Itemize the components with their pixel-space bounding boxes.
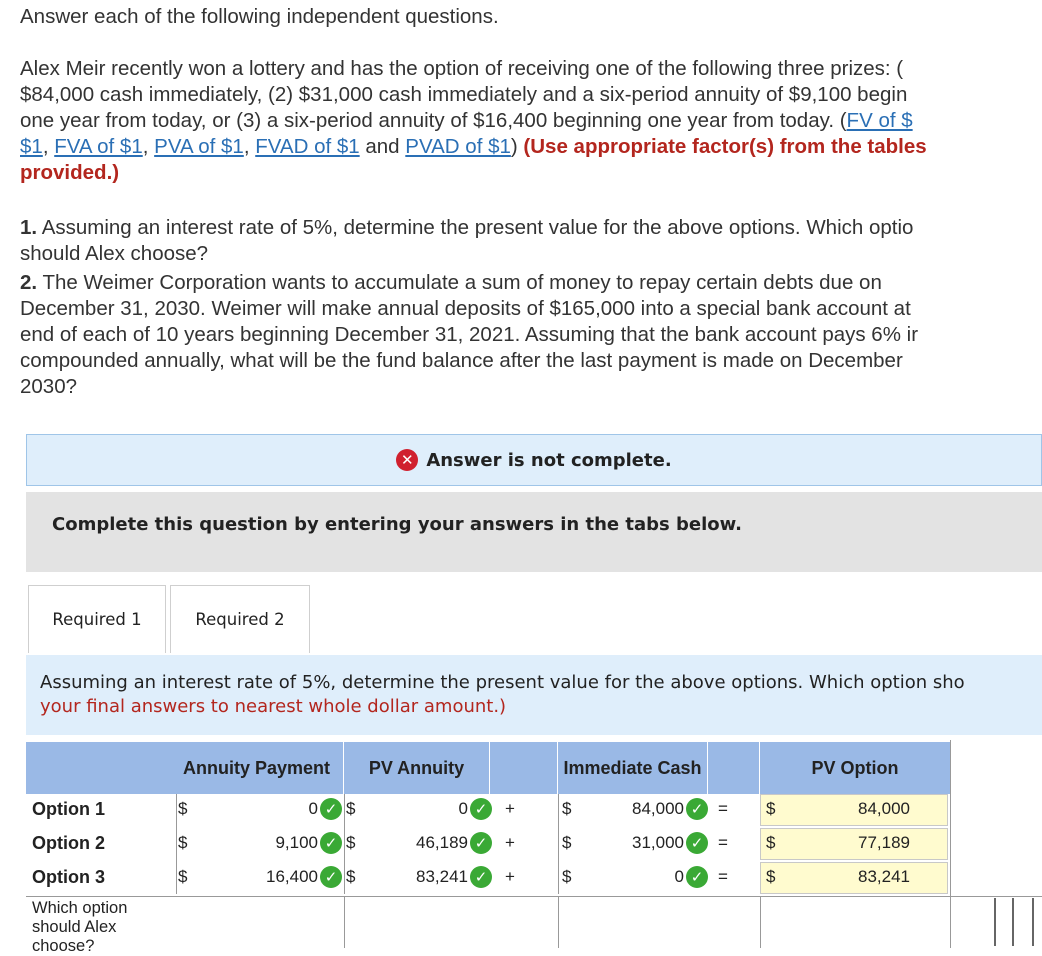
row-1-cash-dollar: $ [562, 799, 572, 818]
question-1-line-2: should Alex choose? [20, 242, 209, 265]
row-1-plus: + [505, 799, 515, 818]
row-2-pv-annuity-input[interactable]: 46,189 ✓ [364, 826, 492, 860]
row-3-annuity-dollar: $ [178, 867, 188, 886]
row-3-pvopt-dollar: $ [766, 867, 776, 886]
divider [558, 794, 559, 894]
question-2-line-3: end of each of 10 years beginning Decemb… [20, 323, 919, 346]
instruction-panel: Assuming an interest rate of 5%, determi… [26, 655, 1042, 735]
row-1-pv-option: 84,000 [858, 799, 910, 818]
instruction-line-1: Assuming an interest rate of 5%, determi… [40, 672, 965, 693]
divider [176, 794, 177, 894]
row-1-immediate-cash-input[interactable]: 84,000 ✓ [580, 792, 708, 826]
tab-required-2[interactable]: Required 2 [170, 585, 310, 653]
divider [26, 896, 1042, 897]
row-1-label: Option 1 [32, 799, 105, 819]
header-equals-col [708, 742, 760, 794]
fva-table-link[interactable]: FVA of $1 [54, 135, 143, 158]
fv-table-link[interactable]: FV of $ [847, 109, 913, 132]
pva-table-link[interactable]: PVA of $1 [154, 135, 244, 158]
problem-line-4: $1, FVA of $1, PVA of $1, FVAD of $1 and… [20, 135, 927, 158]
row-3-label: Option 3 [32, 867, 105, 887]
problem-line-1: Alex Meir recently won a lottery and has… [20, 57, 904, 80]
row-3-immediate-cash-input[interactable]: 0 ✓ [580, 860, 708, 894]
row-3-pv-annuity-input[interactable]: 83,241 ✓ [364, 860, 492, 894]
fv-table-link-cont[interactable]: $1 [20, 135, 43, 158]
header-pv-option: PV Option [760, 742, 950, 794]
check-icon: ✓ [470, 831, 492, 854]
intro-text: Answer each of the following independent… [20, 5, 499, 28]
row-2-pv-dollar: $ [346, 833, 356, 852]
fvad-table-link[interactable]: FVAD of $1 [255, 135, 359, 158]
divider [760, 896, 761, 948]
answer-status-banner: ✕ Answer is not complete. [26, 434, 1042, 486]
check-icon: ✓ [686, 797, 708, 820]
factor-note-cont: provided.) [20, 161, 120, 184]
header-plus-col [490, 742, 558, 794]
question-2-line-4: compounded annually, what will be the fu… [20, 349, 903, 372]
row-3-plus: + [505, 867, 515, 886]
header-annuity-payment: Annuity Payment [170, 742, 344, 794]
divider [344, 896, 345, 948]
row-1-annuity-dollar: $ [178, 799, 188, 818]
x-circle-icon: ✕ [396, 449, 419, 471]
question-1-line-1: 1. Assuming an interest rate of 5%, dete… [20, 216, 914, 239]
row-2-pvopt-dollar: $ [766, 833, 776, 852]
check-icon: ✓ [686, 865, 708, 888]
check-icon: ✓ [320, 865, 342, 888]
problem-line-2: $84,000 cash immediately, (2) $31,000 ca… [20, 83, 908, 106]
divider [950, 740, 951, 948]
divider [344, 794, 345, 894]
row-2-equals: = [718, 833, 728, 852]
pvad-table-link[interactable]: PVAD of $1 [405, 135, 511, 158]
tab-required-1[interactable]: Required 1 [28, 585, 166, 653]
row-3-equals: = [718, 867, 728, 886]
answer-status-text: Answer is not complete. [426, 449, 672, 471]
row-2-immediate-cash-input[interactable]: 31,000 ✓ [580, 826, 708, 860]
check-icon: ✓ [320, 831, 342, 854]
row-3-pv-dollar: $ [346, 867, 356, 886]
divider [558, 896, 559, 948]
choose-option-label: Which option should Alex choose? [32, 899, 128, 955]
complete-prompt-bar: Complete this question by entering your … [26, 492, 1042, 572]
question-2-line-5: 2030? [20, 375, 78, 398]
check-icon: ✓ [470, 865, 492, 888]
row-3-annuity-payment-input[interactable]: 16,400 ✓ [196, 860, 342, 894]
row-1-annuity-payment-input[interactable]: 0 ✓ [196, 792, 342, 826]
choose-option-select[interactable] [994, 898, 1034, 946]
complete-prompt-text: Complete this question by entering your … [52, 514, 742, 535]
row-2-label: Option 2 [32, 833, 105, 853]
problem-line-3: one year from today, or (3) a six-period… [20, 109, 913, 132]
header-immediate-cash: Immediate Cash [558, 742, 708, 794]
row-3-pv-option: 83,241 [858, 867, 910, 886]
check-icon: ✓ [470, 797, 492, 820]
row-2-annuity-dollar: $ [178, 833, 188, 852]
row-1-equals: = [718, 799, 728, 818]
row-1-pvopt-dollar: $ [766, 799, 776, 818]
row-2-cash-dollar: $ [562, 833, 572, 852]
instruction-line-2: your final answers to nearest whole doll… [40, 696, 507, 717]
check-icon: ✓ [686, 831, 708, 854]
row-2-plus: + [505, 833, 515, 852]
check-icon: ✓ [320, 797, 342, 820]
row-1-pv-dollar: $ [346, 799, 356, 818]
header-pv-annuity: PV Annuity [344, 742, 490, 794]
row-1-pv-annuity-input[interactable]: 0 ✓ [364, 792, 492, 826]
factor-note: (Use appropriate factor(s) from the tabl… [523, 135, 927, 158]
row-2-pv-option: 77,189 [858, 833, 910, 852]
question-2-line-2: December 31, 2030. Weimer will make annu… [20, 297, 911, 320]
row-2-annuity-payment-input[interactable]: 9,100 ✓ [196, 826, 342, 860]
question-2-line-1: 2. The Weimer Corporation wants to accum… [20, 271, 882, 294]
row-3-cash-dollar: $ [562, 867, 572, 886]
